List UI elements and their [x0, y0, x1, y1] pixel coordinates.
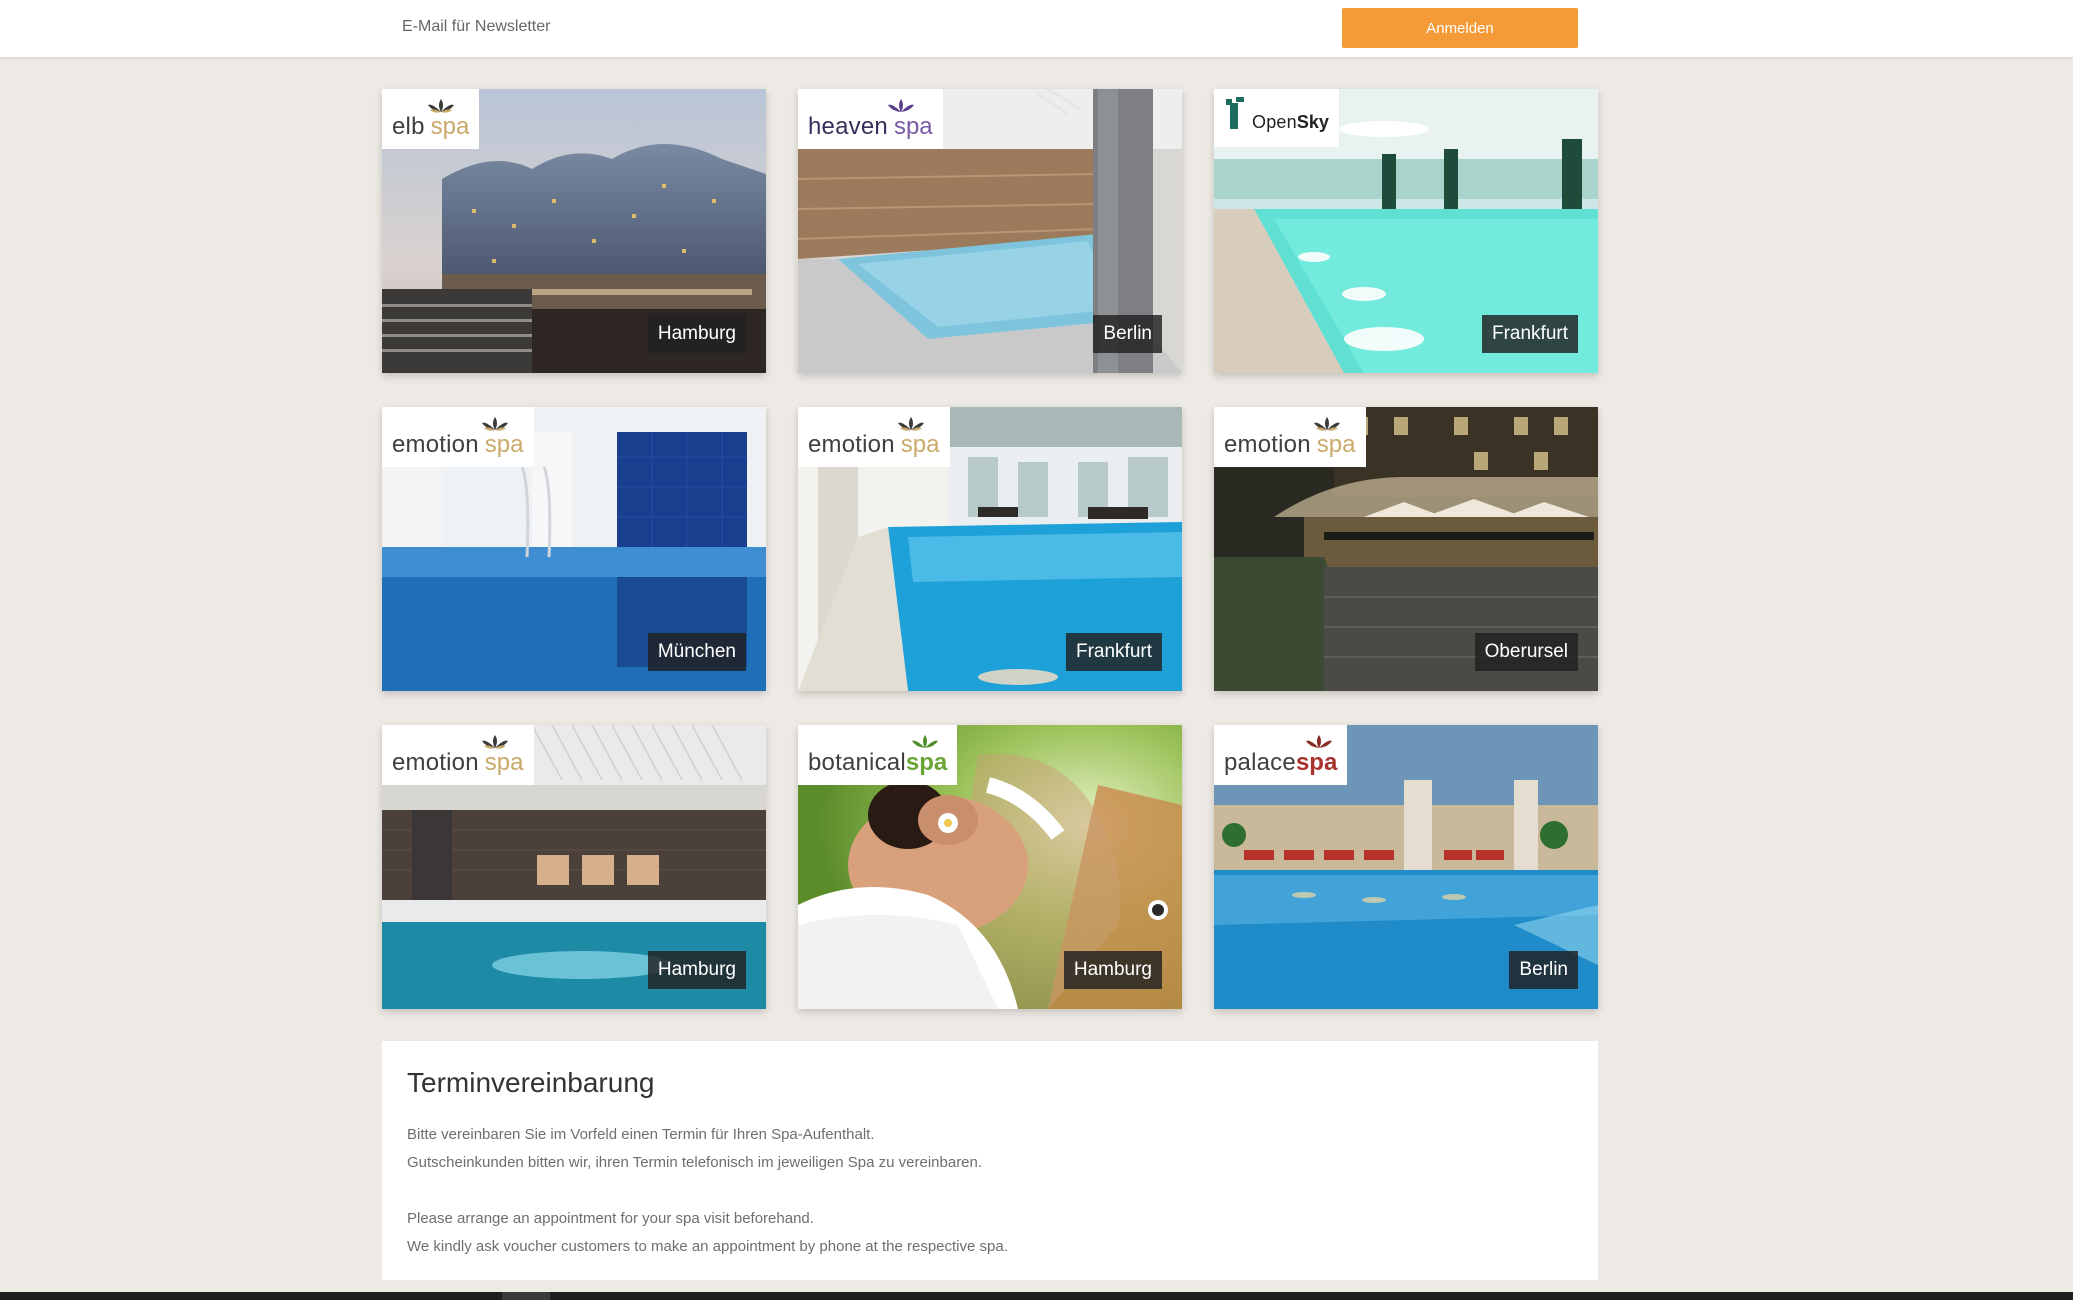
lotus-icon	[912, 735, 938, 748]
spa-logo-name: elb	[392, 113, 425, 140]
appointment-title: Terminvereinbarung	[407, 1067, 655, 1098]
spa-card[interactable]: Open Sky Frankfurt	[1214, 89, 1598, 373]
appointment-info-panel: Terminvereinbarung Bitte vereinbaren Sie…	[382, 1041, 1598, 1280]
appointment-text-en-2: We kindly ask voucher customers to make …	[407, 1238, 1008, 1255]
footer-accent	[502, 1292, 550, 1300]
spa-logo-name: heaven	[808, 113, 888, 140]
lotus-icon	[888, 99, 914, 112]
lotus-icon	[898, 417, 924, 431]
spa-card[interactable]: botanical spa Hamburg	[798, 725, 1182, 1009]
lotus-icon	[428, 99, 454, 113]
spa-logo: emotion spa	[798, 407, 950, 467]
spa-logo-name: emotion	[808, 431, 895, 458]
spa-logo-suffix: spa	[484, 431, 524, 458]
spa-logo-name: emotion	[392, 431, 479, 458]
spa-logo: heaven spa	[798, 89, 943, 149]
opensky-icon	[1226, 97, 1244, 129]
spa-logo-name: botanical	[808, 749, 906, 776]
spa-city-label: Frankfurt	[1065, 633, 1162, 671]
spa-city-label: Hamburg	[1063, 951, 1162, 989]
spa-logo-suffix: spa	[900, 431, 940, 458]
spa-logo-suffix: spa	[1316, 431, 1356, 458]
spa-logo-name: emotion	[392, 749, 479, 776]
footer-bar	[0, 1292, 2073, 1300]
spa-city-label: Oberursel	[1474, 633, 1578, 671]
spa-city-label: Hamburg	[647, 951, 746, 989]
spa-logo: elb spa	[382, 89, 480, 149]
spa-logo-suffix: Sky	[1296, 112, 1329, 132]
spa-card[interactable]: palace spa Berlin	[1214, 725, 1598, 1009]
spa-city-label: Hamburg	[647, 315, 746, 353]
appointment-text-de-2: Gutscheinkunden bitten wir, ihren Termin…	[407, 1154, 983, 1171]
lotus-petal	[912, 735, 938, 748]
spa-card[interactable]: emotion spa Frankfurt	[798, 407, 1182, 691]
spa-logo-name: palace	[1224, 749, 1296, 776]
spa-city-label: München	[647, 633, 746, 671]
newsletter-bar: Anmelden	[0, 0, 2073, 57]
lotus-icon	[482, 417, 508, 431]
spa-logo-suffix: spa	[1295, 749, 1338, 776]
spa-card[interactable]: heaven spa Berlin	[798, 89, 1182, 373]
spa-logo: emotion spa	[382, 725, 534, 785]
spa-card[interactable]: emotion spa Oberursel	[1214, 407, 1598, 691]
lotus-icon	[1314, 417, 1340, 431]
spa-logo: emotion spa	[382, 407, 534, 467]
spa-logo-suffix: spa	[905, 749, 948, 776]
spa-logo-suffix: spa	[893, 113, 933, 140]
newsletter-email-input[interactable]	[384, 8, 1334, 46]
appointment-text-de-1: Bitte vereinbaren Sie im Vorfeld einen T…	[407, 1126, 875, 1143]
spa-city-label: Berlin	[1509, 951, 1578, 989]
spa-logo: botanical spa	[798, 725, 958, 785]
spa-logo-suffix: spa	[484, 749, 524, 776]
spa-city-label: Frankfurt	[1481, 315, 1578, 353]
spa-logo: emotion spa	[1214, 407, 1366, 467]
lotus-icon	[482, 735, 508, 749]
spa-logo-name: emotion	[1224, 431, 1311, 458]
spa-logo-name: Open	[1252, 112, 1297, 132]
lotus-icon	[1306, 735, 1332, 748]
spa-logo-suffix: spa	[430, 113, 470, 140]
spa-city-label: Berlin	[1093, 315, 1162, 353]
spa-card[interactable]: emotion spa München	[382, 407, 766, 691]
appointment-text-en-1: Please arrange an appointment for your s…	[407, 1210, 814, 1227]
spa-logo: Open Sky	[1214, 89, 1339, 147]
lotus-petal	[1306, 735, 1332, 748]
spa-logo: palace spa	[1214, 725, 1348, 785]
spa-card[interactable]: elb spa Hamburg	[382, 89, 766, 373]
lotus-petal	[888, 99, 914, 112]
spa-card[interactable]: emotion spa Hamburg	[382, 725, 766, 1009]
spa-grid: elb spa Hamburg heaven spa Berlin Open S…	[382, 89, 1598, 1009]
newsletter-subscribe-button[interactable]: Anmelden	[1342, 8, 1578, 48]
